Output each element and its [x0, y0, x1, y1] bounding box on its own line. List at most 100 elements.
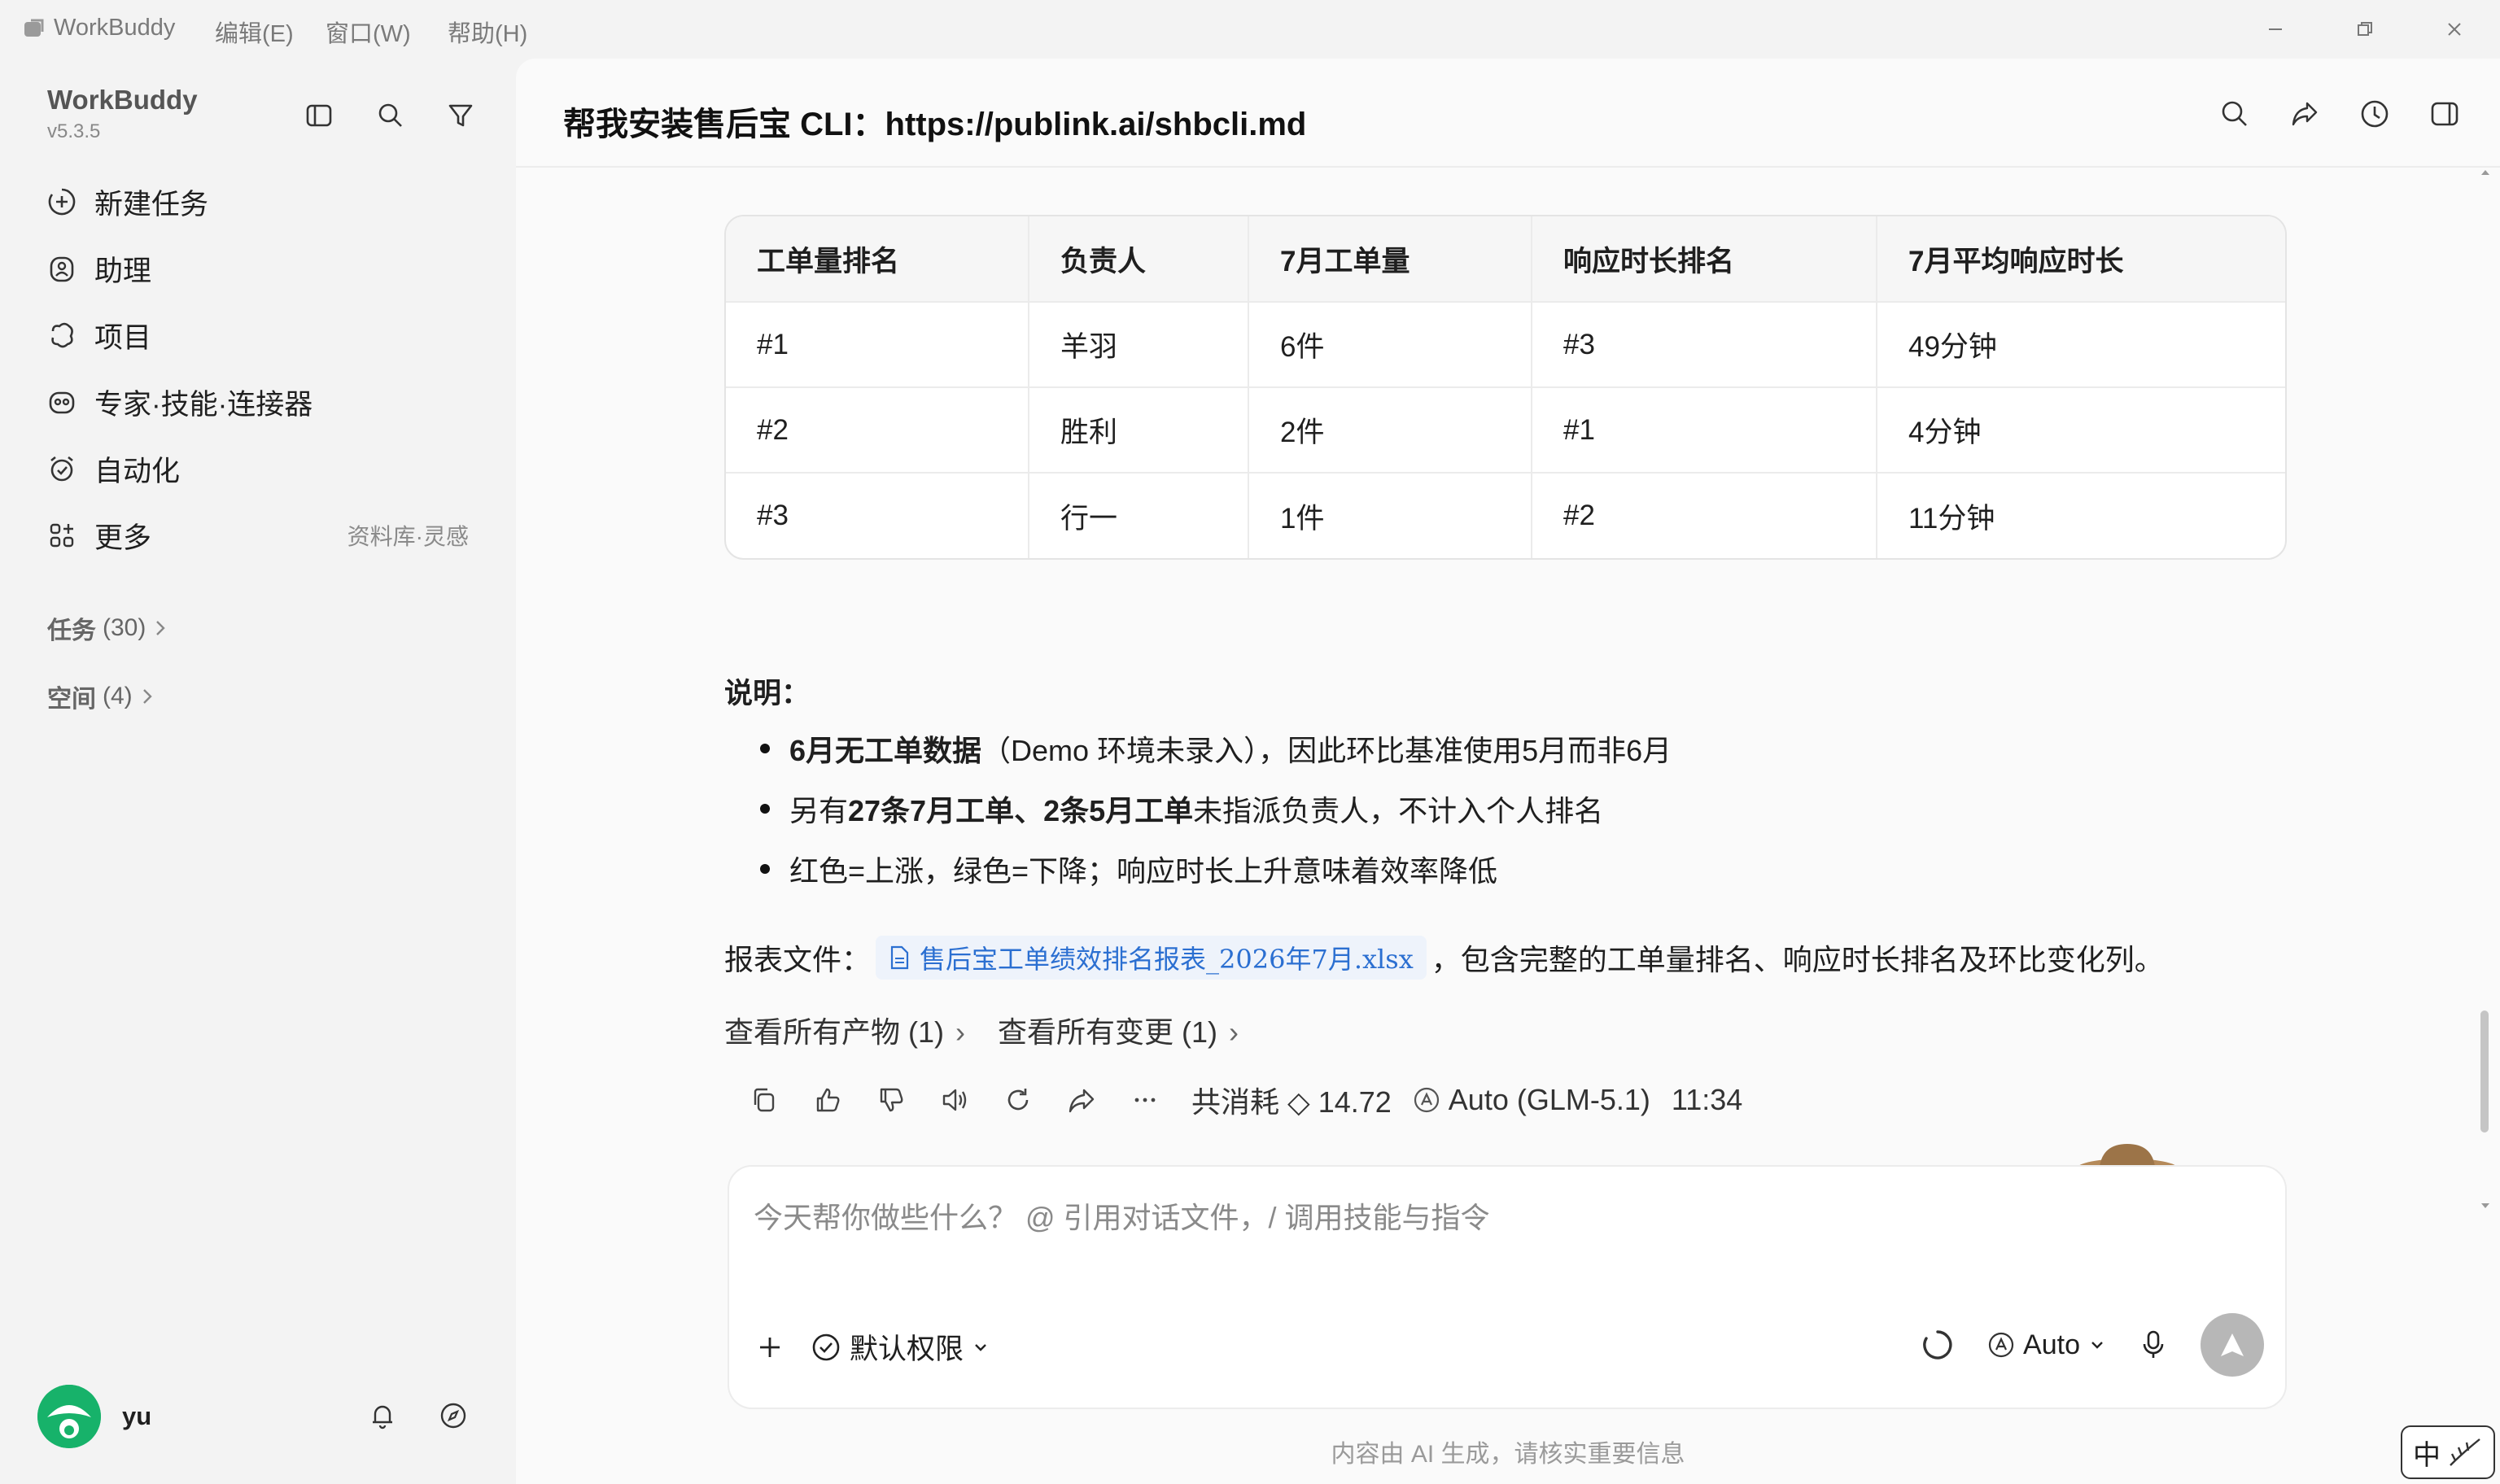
- table-cell: 49分钟: [1877, 302, 2285, 388]
- table-cell: 2件: [1248, 387, 1532, 474]
- model-selector[interactable]: Auto: [1987, 1329, 2106, 1361]
- history-button[interactable]: [2350, 89, 2399, 138]
- view-artifacts-link[interactable]: 查看所有产物 (1) ›: [724, 1009, 965, 1051]
- restore-button[interactable]: [2342, 11, 2388, 47]
- send-arrow-icon: [2221, 1333, 2244, 1356]
- copy-button[interactable]: [732, 1076, 796, 1124]
- plus-circle-icon: [46, 186, 78, 218]
- message-meta: 共消耗 ◇ 14.72 Auto (GLM-5.1) 11:34: [1191, 1079, 1742, 1121]
- close-button[interactable]: [2432, 11, 2477, 47]
- voice-input-button[interactable]: [2139, 1329, 2168, 1361]
- nav-label: 自动化: [94, 455, 181, 487]
- app-name: WorkBuddy: [54, 15, 176, 41]
- apps-icon: [46, 519, 78, 552]
- bullet-text: （Demo 环境未录入），因此环比基准使用5月而非6月: [981, 734, 1672, 767]
- chat-search-button[interactable]: [2210, 89, 2259, 138]
- report-file-link[interactable]: 售后宝工单绩效排名报表_2026年7月.xlsx: [876, 936, 1427, 980]
- app-logo-icon: [23, 17, 46, 40]
- toggle-sidebar-button[interactable]: [298, 94, 340, 137]
- file-icon: [889, 945, 910, 970]
- permission-dropdown[interactable]: 默认权限: [811, 1326, 990, 1368]
- chevron-right-icon: [152, 618, 168, 638]
- nav-projects[interactable]: 项目: [46, 309, 485, 361]
- share-icon: [1069, 1089, 1095, 1113]
- nav-new-task[interactable]: 新建任务: [46, 176, 485, 228]
- bullet-text: 未指派负责人，不计入个人排名: [1193, 794, 1604, 827]
- notifications-button[interactable]: [363, 1396, 402, 1435]
- view-changes-link[interactable]: 查看所有变更 (1) ›: [998, 1009, 1239, 1051]
- ime-indicator[interactable]: 中: [2401, 1425, 2495, 1479]
- message-actions: 共消耗 ◇ 14.72 Auto (GLM-5.1) 11:34: [732, 1076, 1742, 1124]
- report-suffix: ，包含完整的工单量排名、响应时长排名及环比变化列。: [1431, 943, 2164, 976]
- settings-button[interactable]: [434, 1396, 473, 1435]
- section-count: (4): [103, 683, 133, 709]
- table-row: #2 胜利 2件 #1 4分钟: [726, 387, 2285, 474]
- chevron-right-icon: [139, 687, 155, 706]
- chevron-right-icon: ›: [955, 1015, 966, 1049]
- note-bullet-1: 6月无工单数据 （Demo 环境未录入），因此环比基准使用5月而非6月: [760, 727, 1672, 770]
- scroll-thumb[interactable]: [2480, 1010, 2489, 1133]
- copy-icon: [754, 1088, 775, 1112]
- menu-help[interactable]: 帮助(H): [448, 15, 527, 49]
- read-aloud-button[interactable]: [923, 1076, 986, 1124]
- app-title: WorkBuddy: [23, 15, 175, 41]
- attach-button[interactable]: [754, 1331, 786, 1364]
- toggle-right-panel-button[interactable]: [2420, 89, 2469, 138]
- nav-more[interactable]: 更多 资料库·灵感: [46, 509, 485, 561]
- chat-title: 帮我安装售后宝 CLI：https://publink.ai/shbcli.md: [563, 107, 1307, 142]
- filter-button[interactable]: [439, 94, 482, 137]
- expert-icon: [46, 386, 78, 418]
- like-button[interactable]: [796, 1076, 859, 1124]
- col-header: 负责人: [1029, 216, 1249, 303]
- table-cell: 4分钟: [1877, 387, 2285, 474]
- forward-button[interactable]: [1050, 1076, 1113, 1124]
- scrollbar[interactable]: [2477, 164, 2493, 1222]
- more-icon: [1134, 1098, 1156, 1102]
- table-cell: 1件: [1248, 473, 1532, 558]
- composer-input[interactable]: 今天帮你做些什么？ @ 引用对话文件，/ 调用技能与指令: [754, 1194, 1490, 1237]
- user-profile[interactable]: yu: [37, 1385, 151, 1448]
- model-info: Auto (GLM-5.1): [1413, 1083, 1650, 1117]
- sidebar: WorkBuddy v5.3.5 新建任务 助理 项目 专家·技能·连接器 自动…: [0, 60, 516, 1484]
- nav-automation[interactable]: 自动化: [46, 443, 485, 495]
- main-panel: 帮我安装售后宝 CLI：https://publink.ai/shbcli.md…: [516, 59, 2500, 1484]
- send-button[interactable]: [2201, 1313, 2264, 1377]
- version-label: v5.3.5: [47, 120, 101, 142]
- ai-disclaimer: 内容由 AI 生成，请核实重要信息: [1331, 1441, 1685, 1468]
- regenerate-button[interactable]: [986, 1076, 1050, 1124]
- speaker-icon: [942, 1089, 967, 1111]
- menu-window[interactable]: 窗口(W): [326, 15, 411, 49]
- report-label: 报表文件：: [724, 943, 872, 976]
- timestamp: 11:34: [1671, 1083, 1743, 1116]
- chevron-down-icon: [2088, 1336, 2106, 1354]
- table-header-row: 工单量排名 负责人 7月工单量 响应时长排名 7月平均响应时长: [726, 216, 2285, 303]
- nav-experts[interactable]: 专家·技能·连接器: [46, 376, 485, 428]
- scroll-down-icon[interactable]: [2477, 1198, 2493, 1214]
- assistant-icon: [46, 252, 78, 285]
- table-cell: #2: [726, 387, 1029, 474]
- section-spaces[interactable]: 空间 (4): [47, 677, 155, 716]
- nav-assistant[interactable]: 助理: [46, 242, 485, 295]
- nav-more-hint: 资料库·灵感: [347, 524, 469, 549]
- share-button[interactable]: [2280, 89, 2329, 138]
- alarm-icon: [46, 452, 78, 485]
- table-cell: 6件: [1248, 302, 1532, 388]
- result-links: 查看所有产物 (1) › 查看所有变更 (1) ›: [724, 1009, 1239, 1051]
- plus-icon: [760, 1337, 780, 1357]
- scroll-up-icon[interactable]: [2477, 164, 2493, 181]
- section-tasks[interactable]: 任务 (30): [47, 609, 168, 648]
- search-icon: [2222, 101, 2247, 126]
- model-selector-label: Auto: [2023, 1329, 2080, 1360]
- more-button[interactable]: [1113, 1076, 1177, 1124]
- sidebar-search-button[interactable]: [369, 94, 412, 137]
- nav-label: 更多: [94, 522, 152, 554]
- section-label: 空间: [47, 686, 96, 713]
- message-composer[interactable]: 今天帮你做些什么？ @ 引用对话文件，/ 调用技能与指令 默认权限 Auto: [728, 1165, 2287, 1409]
- ime-icon: [2447, 1436, 2483, 1469]
- table-cell: #3: [1532, 302, 1877, 388]
- chevron-right-icon: ›: [1229, 1015, 1239, 1049]
- dislike-button[interactable]: [859, 1076, 923, 1124]
- menu-edit[interactable]: 编辑(E): [215, 15, 294, 49]
- minimize-button[interactable]: [2253, 11, 2298, 47]
- ime-label: 中: [2413, 1439, 2441, 1471]
